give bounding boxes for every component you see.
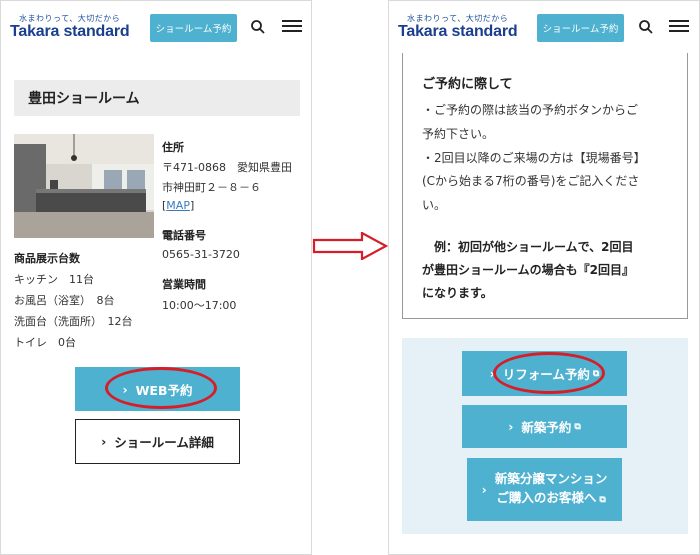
map-link[interactable]: MAP [166, 199, 190, 212]
note-line: ・ご予約の際は該当の予約ボタンからご [422, 103, 639, 117]
condo-purchase-button[interactable]: › 新築分譲マンション ご購入のお客様へ ⧉ [467, 458, 622, 521]
chevron-right-icon: › [481, 482, 487, 497]
hours-value: 10:00〜17:00 [162, 299, 237, 312]
condo-label-line: 新築分譲マンション [494, 471, 608, 486]
address-label: 住所 [162, 141, 184, 154]
address-line-1: 〒471-0868 愛知県豊田 [162, 161, 292, 174]
chevron-right-icon: › [508, 419, 514, 434]
hours-label: 営業時間 [162, 278, 206, 291]
example-line: が豊田ショールームの場合も『2回目』 [422, 263, 634, 277]
highlight-circle [493, 352, 605, 394]
condo-purchase-label: 新築分譲マンション ご購入のお客様へ ⧉ [495, 469, 608, 510]
condo-label-line: ご購入のお客様へ [496, 490, 597, 505]
display-count-label: 商品展示台数 [14, 252, 80, 265]
example-line: 例：初回が他ショールームで、2回目 [422, 240, 634, 254]
search-icon[interactable] [251, 20, 265, 34]
showroom-detail-label: ショールーム詳細 [114, 435, 214, 450]
left-screen: 水まわりって、大切だから Takara standard ショールーム予約 豊田… [0, 0, 312, 555]
new-build-reserve-label: 新築予約 [521, 420, 572, 435]
showroom-photo [14, 134, 154, 238]
map-link-wrap: [MAP] [162, 199, 195, 212]
external-link-icon: ⧉ [599, 495, 606, 505]
phone-number[interactable]: 0565-31-3720 [162, 248, 240, 261]
hamburger-menu-icon[interactable] [669, 17, 689, 35]
highlight-circle [105, 367, 217, 409]
right-screen: 水まわりって、大切だから Takara standard ショールーム予約 ご予… [388, 0, 700, 555]
address-line-2: 市神田町２－８－６ [162, 181, 261, 194]
display-item: お風呂（浴室） 8台 [14, 294, 115, 307]
display-item: トイレ 0台 [14, 336, 76, 349]
note-line: ・2回目以降のご来場の方は【現場番号】 [422, 151, 646, 165]
showroom-detail-button[interactable]: › ショールーム詳細 [75, 419, 240, 464]
new-build-reserve-button[interactable]: › 新築予約 ⧉ [462, 405, 627, 448]
showroom-reserve-button[interactable]: ショールーム予約 [150, 14, 237, 42]
page-title: 豊田ショールーム [14, 80, 300, 116]
showroom-reserve-button[interactable]: ショールーム予約 [537, 14, 624, 42]
chevron-right-icon: › [101, 434, 107, 449]
external-link-icon: ⧉ [574, 421, 581, 432]
search-icon[interactable] [639, 20, 653, 34]
display-item: キッチン 11台 [14, 273, 94, 286]
condo-label-line-2-wrap: ご購入のお客様へ ⧉ [496, 488, 605, 510]
display-item: 洗面台（洗面所） 12台 [14, 315, 133, 328]
brand-logo[interactable]: Takara standard [10, 23, 130, 41]
note-title: ご予約に際して [422, 77, 513, 92]
example-line: になります。 [422, 286, 493, 300]
hamburger-menu-icon[interactable] [282, 17, 302, 35]
note-line: 予約下さい。 [422, 127, 495, 141]
note-line: い。 [422, 198, 447, 212]
note-line: (Cから始まる7桁の番号)をご記入くださ [422, 174, 640, 188]
arrow-right-icon [312, 232, 388, 260]
brand-logo[interactable]: Takara standard [398, 23, 518, 41]
phone-label: 電話番号 [162, 229, 206, 242]
